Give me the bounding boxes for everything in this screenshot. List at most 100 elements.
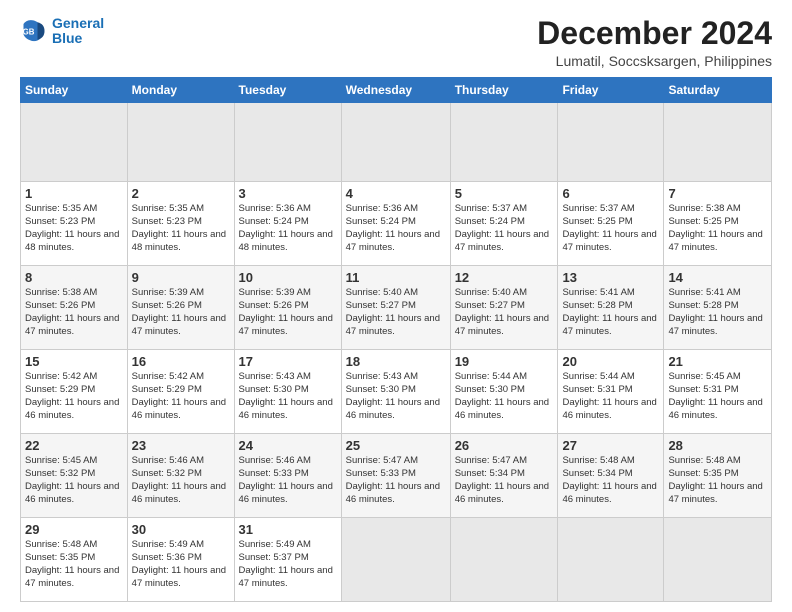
sunrise-text: Sunrise: 5:47 AM (346, 455, 446, 468)
daylight-text: Daylight: 11 hours and 46 minutes. (25, 397, 123, 423)
daylight-text: Daylight: 11 hours and 48 minutes. (132, 229, 230, 255)
daylight-text: Daylight: 11 hours and 46 minutes. (562, 397, 659, 423)
daylight-text: Daylight: 11 hours and 46 minutes. (668, 397, 767, 423)
sunset-text: Sunset: 5:28 PM (668, 300, 767, 313)
calendar-week-4: 22Sunrise: 5:45 AMSunset: 5:32 PMDayligh… (21, 433, 772, 517)
daylight-text: Daylight: 11 hours and 47 minutes. (132, 565, 230, 591)
sunset-text: Sunset: 5:26 PM (25, 300, 123, 313)
sunset-text: Sunset: 5:30 PM (239, 384, 337, 397)
calendar-week-0 (21, 103, 772, 182)
sunrise-text: Sunrise: 5:48 AM (562, 455, 659, 468)
sunrise-text: Sunrise: 5:42 AM (25, 371, 123, 384)
day-number: 21 (668, 353, 767, 371)
sunrise-text: Sunrise: 5:38 AM (668, 203, 767, 216)
col-sunday: Sunday (21, 78, 128, 103)
sunset-text: Sunset: 5:33 PM (346, 468, 446, 481)
daylight-text: Daylight: 11 hours and 47 minutes. (668, 229, 767, 255)
sunset-text: Sunset: 5:24 PM (239, 216, 337, 229)
table-row: 23Sunrise: 5:46 AMSunset: 5:32 PMDayligh… (127, 433, 234, 517)
sunset-text: Sunset: 5:33 PM (239, 468, 337, 481)
sunrise-text: Sunrise: 5:43 AM (239, 371, 337, 384)
sunset-text: Sunset: 5:25 PM (668, 216, 767, 229)
table-row: 21Sunrise: 5:45 AMSunset: 5:31 PMDayligh… (664, 349, 772, 433)
table-row: 15Sunrise: 5:42 AMSunset: 5:29 PMDayligh… (21, 349, 128, 433)
daylight-text: Daylight: 11 hours and 46 minutes. (25, 481, 123, 507)
col-wednesday: Wednesday (341, 78, 450, 103)
logo-icon: GB (20, 17, 48, 45)
logo-line1: General (52, 16, 104, 31)
col-tuesday: Tuesday (234, 78, 341, 103)
table-row: 26Sunrise: 5:47 AMSunset: 5:34 PMDayligh… (450, 433, 558, 517)
table-row: 1Sunrise: 5:35 AMSunset: 5:23 PMDaylight… (21, 181, 128, 265)
sunset-text: Sunset: 5:26 PM (132, 300, 230, 313)
daylight-text: Daylight: 11 hours and 47 minutes. (455, 313, 554, 339)
day-number: 8 (25, 269, 123, 287)
table-row: 27Sunrise: 5:48 AMSunset: 5:34 PMDayligh… (558, 433, 664, 517)
col-monday: Monday (127, 78, 234, 103)
calendar-week-1: 1Sunrise: 5:35 AMSunset: 5:23 PMDaylight… (21, 181, 772, 265)
sunset-text: Sunset: 5:25 PM (562, 216, 659, 229)
sunrise-text: Sunrise: 5:40 AM (346, 287, 446, 300)
daylight-text: Daylight: 11 hours and 47 minutes. (455, 229, 554, 255)
sunset-text: Sunset: 5:26 PM (239, 300, 337, 313)
table-row: 12Sunrise: 5:40 AMSunset: 5:27 PMDayligh… (450, 265, 558, 349)
col-friday: Friday (558, 78, 664, 103)
daylight-text: Daylight: 11 hours and 46 minutes. (132, 397, 230, 423)
sunrise-text: Sunrise: 5:49 AM (132, 539, 230, 552)
sunrise-text: Sunrise: 5:35 AM (25, 203, 123, 216)
table-row (341, 517, 450, 601)
sunrise-text: Sunrise: 5:35 AM (132, 203, 230, 216)
calendar-week-5: 29Sunrise: 5:48 AMSunset: 5:35 PM Dayligh… (21, 517, 772, 601)
sunrise-text: Sunrise: 5:45 AM (668, 371, 767, 384)
day-number: 6 (562, 185, 659, 203)
sunrise-text: Sunrise: 5:36 AM (239, 203, 337, 216)
col-saturday: Saturday (664, 78, 772, 103)
logo: GB General Blue (20, 16, 104, 47)
day-number: 17 (239, 353, 337, 371)
sunrise-text: Sunrise: 5:42 AM (132, 371, 230, 384)
daylight-text: Daylight: 11 hours and 47 minutes. (132, 313, 230, 339)
logo-text-block: General Blue (52, 16, 104, 47)
sunset-text: Sunset: 5:35 PM (25, 552, 123, 565)
sunset-text: Sunset: 5:28 PM (562, 300, 659, 313)
table-row: 20Sunrise: 5:44 AMSunset: 5:31 PMDayligh… (558, 349, 664, 433)
table-row (127, 103, 234, 182)
sunrise-text: Sunrise: 5:49 AM (239, 539, 337, 552)
day-number: 10 (239, 269, 337, 287)
sunset-text: Sunset: 5:35 PM (668, 468, 767, 481)
table-row (664, 517, 772, 601)
sunrise-text: Sunrise: 5:48 AM (25, 539, 123, 552)
daylight-text: Daylight: 11 hours and 46 minutes. (346, 397, 446, 423)
daylight-text: Daylight: 11 hours and 46 minutes. (346, 481, 446, 507)
sunrise-text: Sunrise: 5:46 AM (132, 455, 230, 468)
sunrise-text: Sunrise: 5:47 AM (455, 455, 554, 468)
table-row (234, 103, 341, 182)
sunset-text: Sunset: 5:32 PM (132, 468, 230, 481)
sunset-text: Sunset: 5:29 PM (25, 384, 123, 397)
sunset-text: Sunset: 5:23 PM (132, 216, 230, 229)
sunrise-text: Sunrise: 5:38 AM (25, 287, 123, 300)
day-number: 1 (25, 185, 123, 203)
sunrise-text: Sunrise: 5:45 AM (25, 455, 123, 468)
day-number: 14 (668, 269, 767, 287)
day-number: 28 (668, 437, 767, 455)
daylight-text: Daylight: 11 hours and 47 minutes. (562, 229, 659, 255)
table-row: 28Sunrise: 5:48 AMSunset: 5:35 PMDayligh… (664, 433, 772, 517)
sunset-text: Sunset: 5:32 PM (25, 468, 123, 481)
daylight-text: Daylight: 11 hours and 47 minutes. (346, 313, 446, 339)
sunset-text: Sunset: 5:31 PM (562, 384, 659, 397)
sunrise-text: Sunrise: 5:39 AM (239, 287, 337, 300)
table-row: 19Sunrise: 5:44 AMSunset: 5:30 PMDayligh… (450, 349, 558, 433)
table-row: 17Sunrise: 5:43 AMSunset: 5:30 PMDayligh… (234, 349, 341, 433)
sunset-text: Sunset: 5:36 PM (132, 552, 230, 565)
day-number: 29 (25, 521, 123, 539)
day-number: 2 (132, 185, 230, 203)
daylight-text: Daylight: 11 hours and 46 minutes. (455, 397, 554, 423)
table-row: 4Sunrise: 5:36 AMSunset: 5:24 PMDaylight… (341, 181, 450, 265)
daylight-text: Daylight: 11 hours and 46 minutes. (455, 481, 554, 507)
day-number: 12 (455, 269, 554, 287)
sunset-text: Sunset: 5:34 PM (455, 468, 554, 481)
table-row: 6Sunrise: 5:37 AMSunset: 5:25 PMDaylight… (558, 181, 664, 265)
sunrise-text: Sunrise: 5:39 AM (132, 287, 230, 300)
sunset-text: Sunset: 5:37 PM (239, 552, 337, 565)
